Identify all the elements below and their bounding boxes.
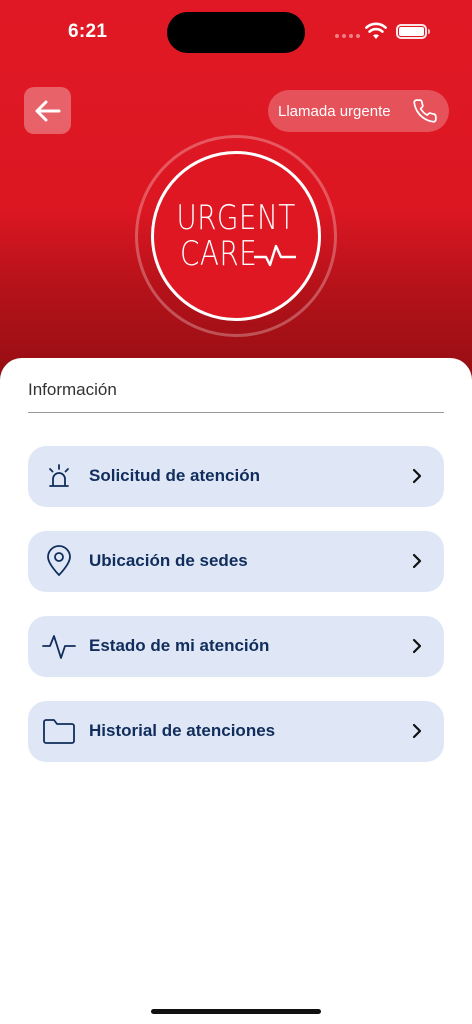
logo-text-care: CARE — [180, 234, 258, 274]
urgent-call-label: Llamada urgente — [278, 102, 391, 120]
section-divider — [28, 412, 444, 413]
dynamic-island — [167, 12, 305, 53]
signal-icon — [335, 34, 360, 38]
status-time: 6:21 — [68, 21, 108, 42]
siren-icon — [42, 459, 76, 493]
menu-item-label: Ubicación de sedes — [89, 551, 248, 570]
menu-item-label: Historial de atenciones — [89, 721, 276, 740]
wifi-icon — [365, 22, 387, 39]
menu-item-ubicacion[interactable]: Ubicación de sedes — [28, 531, 444, 592]
urgent-call-button[interactable]: Llamada urgente — [268, 90, 449, 132]
battery-icon — [396, 24, 430, 39]
info-sheet: Información Solicitud de atención Ubicac… — [0, 358, 472, 1024]
location-pin-icon — [42, 544, 76, 578]
logo-badge: URGENT CARE — [151, 151, 321, 321]
pulse-icon — [42, 629, 76, 663]
menu-item-estado[interactable]: Estado de mi atención — [28, 616, 444, 677]
menu-item-label: Estado de mi atención — [89, 636, 270, 655]
heartbeat-icon — [254, 244, 296, 267]
folder-icon — [42, 714, 76, 748]
chevron-right-icon — [412, 468, 422, 484]
urgent-care-logo: URGENT CARE — [135, 135, 337, 337]
menu-item-historial[interactable]: Historial de atenciones — [28, 701, 444, 762]
menu-item-label: Solicitud de atención — [89, 466, 260, 485]
chevron-right-icon — [412, 723, 422, 739]
status-bar: 6:21 — [0, 0, 472, 64]
menu-item-solicitud[interactable]: Solicitud de atención — [28, 446, 444, 507]
arrow-left-icon — [35, 100, 60, 121]
chevron-right-icon — [412, 553, 422, 569]
phone-icon — [413, 99, 437, 123]
home-indicator[interactable] — [151, 1009, 321, 1014]
chevron-right-icon — [412, 638, 422, 654]
back-button[interactable] — [24, 87, 71, 134]
logo-text-urgent: URGENT — [176, 198, 296, 238]
section-title: Información — [28, 380, 117, 399]
